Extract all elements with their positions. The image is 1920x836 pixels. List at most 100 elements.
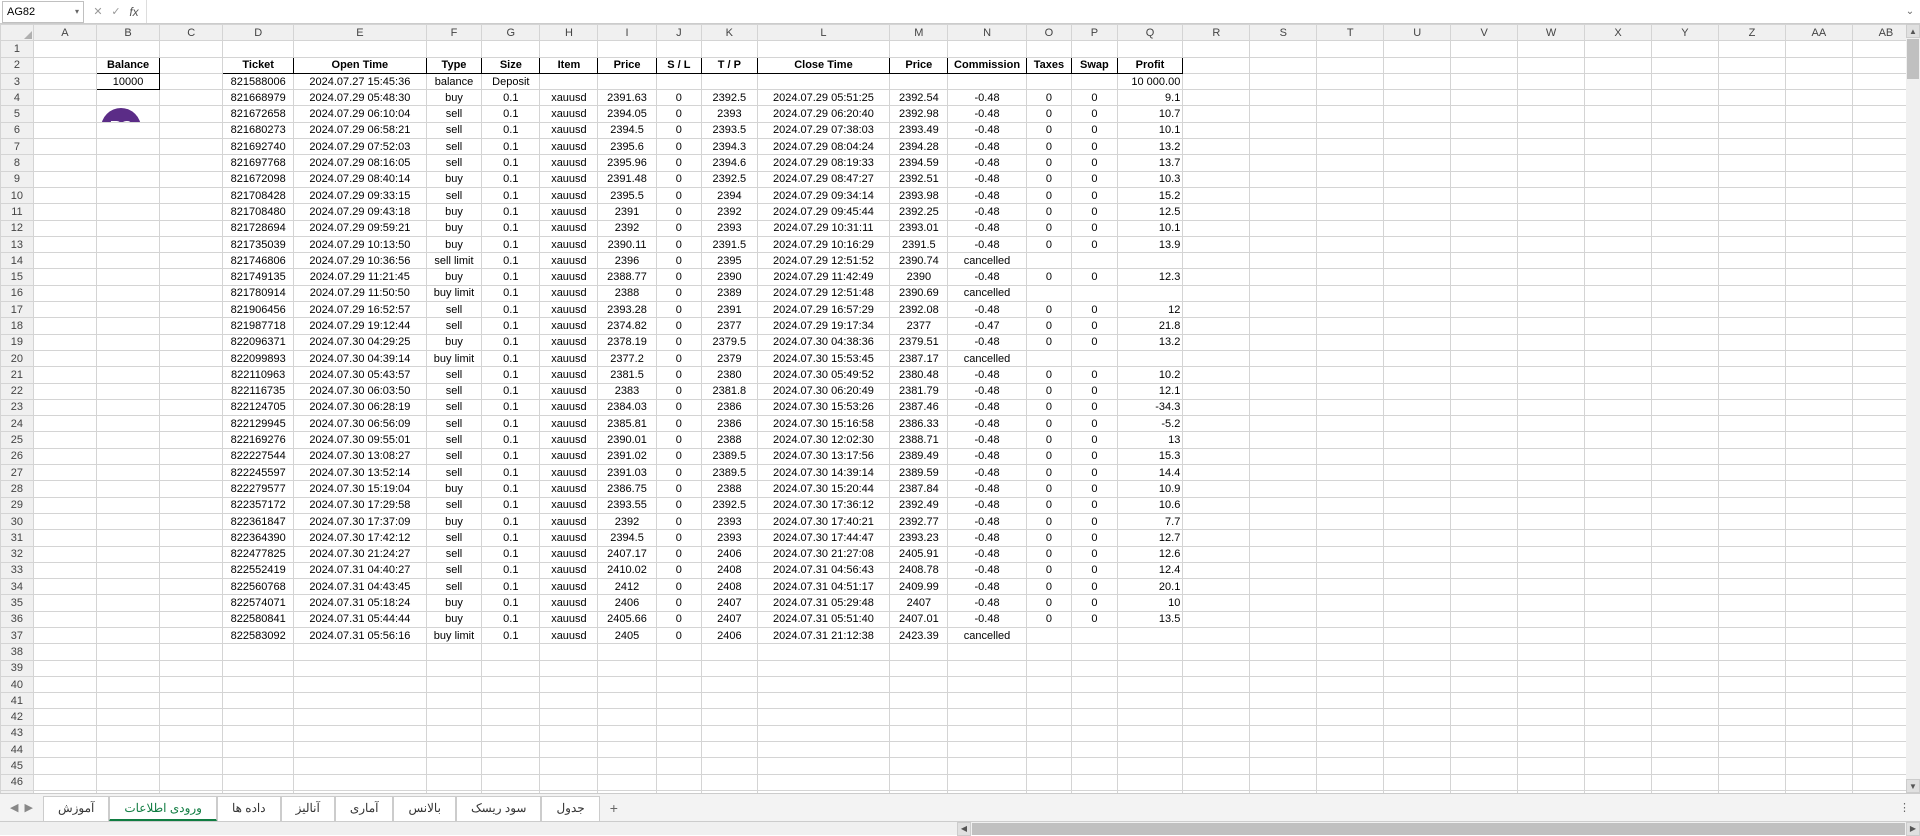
cell-X21[interactable] xyxy=(1585,367,1652,383)
cell-F2[interactable]: Type xyxy=(426,57,482,73)
tab-nav-prev-icon[interactable]: ◀ xyxy=(10,801,18,814)
cell-F17[interactable]: sell xyxy=(426,302,482,318)
cell-D14[interactable]: 821746806 xyxy=(223,253,294,269)
cell-R30[interactable] xyxy=(1183,513,1250,529)
cell-AA36[interactable] xyxy=(1785,611,1852,627)
cell-Z10[interactable] xyxy=(1718,187,1785,203)
cell-X15[interactable] xyxy=(1585,269,1652,285)
cell-X40[interactable] xyxy=(1585,676,1652,692)
cell-W9[interactable] xyxy=(1518,171,1585,187)
cell-L15[interactable]: 2024.07.29 11:42:49 xyxy=(757,269,890,285)
cell-A29[interactable] xyxy=(33,497,96,513)
cell-Y35[interactable] xyxy=(1652,595,1719,611)
cell-Z44[interactable] xyxy=(1718,742,1785,758)
cell-J35[interactable]: 0 xyxy=(656,595,701,611)
cell-W34[interactable] xyxy=(1518,579,1585,595)
cell-M17[interactable]: 2392.08 xyxy=(890,302,948,318)
cell-H28[interactable]: xauusd xyxy=(540,481,598,497)
column-header-Q[interactable]: Q xyxy=(1117,25,1183,41)
cell-S38[interactable] xyxy=(1250,644,1317,660)
cell-K21[interactable]: 2380 xyxy=(702,367,758,383)
column-header-N[interactable]: N xyxy=(948,25,1026,41)
cell-N29[interactable]: -0.48 xyxy=(948,497,1026,513)
cell-J25[interactable]: 0 xyxy=(656,432,701,448)
cell-N45[interactable] xyxy=(948,758,1026,774)
cell-Y39[interactable] xyxy=(1652,660,1719,676)
column-header-W[interactable]: W xyxy=(1518,25,1585,41)
cell-F26[interactable]: sell xyxy=(426,448,482,464)
cell-AA41[interactable] xyxy=(1785,693,1852,709)
cell-C42[interactable] xyxy=(160,709,223,725)
cell-G37[interactable]: 0.1 xyxy=(482,627,540,643)
cell-C19[interactable] xyxy=(160,334,223,350)
column-header-S[interactable]: S xyxy=(1250,25,1317,41)
cell-R37[interactable] xyxy=(1183,627,1250,643)
cell-W16[interactable] xyxy=(1518,285,1585,301)
cell-R9[interactable] xyxy=(1183,171,1250,187)
cell-H34[interactable]: xauusd xyxy=(540,579,598,595)
cell-R44[interactable] xyxy=(1183,742,1250,758)
cell-A46[interactable] xyxy=(33,774,96,790)
cell-Z9[interactable] xyxy=(1718,171,1785,187)
cell-B44[interactable] xyxy=(97,742,160,758)
cell-I14[interactable]: 2396 xyxy=(598,253,656,269)
cell-AA16[interactable] xyxy=(1785,285,1852,301)
cell-N44[interactable] xyxy=(948,742,1026,758)
cell-E29[interactable]: 2024.07.30 17:29:58 xyxy=(294,497,427,513)
cell-S7[interactable] xyxy=(1250,139,1317,155)
cell-G7[interactable]: 0.1 xyxy=(482,139,540,155)
cell-R27[interactable] xyxy=(1183,465,1250,481)
cell-T27[interactable] xyxy=(1317,465,1384,481)
cell-N10[interactable]: -0.48 xyxy=(948,187,1026,203)
cell-Q9[interactable]: 10.3 xyxy=(1117,171,1183,187)
cell-AA25[interactable] xyxy=(1785,432,1852,448)
cell-U22[interactable] xyxy=(1384,383,1451,399)
cell-O4[interactable]: 0 xyxy=(1026,90,1071,106)
cell-T28[interactable] xyxy=(1317,481,1384,497)
cell-B36[interactable] xyxy=(97,611,160,627)
cell-R23[interactable] xyxy=(1183,399,1250,415)
cell-T8[interactable] xyxy=(1317,155,1384,171)
cell-X37[interactable] xyxy=(1585,627,1652,643)
cell-K12[interactable]: 2393 xyxy=(702,220,758,236)
cell-I47[interactable] xyxy=(598,790,656,793)
cell-V16[interactable] xyxy=(1451,285,1518,301)
cell-O18[interactable]: 0 xyxy=(1026,318,1071,334)
cell-C6[interactable] xyxy=(160,122,223,138)
cell-R39[interactable] xyxy=(1183,660,1250,676)
cell-V26[interactable] xyxy=(1451,448,1518,464)
cell-G47[interactable] xyxy=(482,790,540,793)
cell-P16[interactable] xyxy=(1072,285,1117,301)
cell-S36[interactable] xyxy=(1250,611,1317,627)
cell-Y7[interactable] xyxy=(1652,139,1719,155)
cell-X27[interactable] xyxy=(1585,465,1652,481)
cell-C2[interactable] xyxy=(160,57,223,73)
cell-F43[interactable] xyxy=(426,725,482,741)
row-header-16[interactable]: 16 xyxy=(1,285,34,301)
cell-X22[interactable] xyxy=(1585,383,1652,399)
cell-L37[interactable]: 2024.07.31 21:12:38 xyxy=(757,627,890,643)
cell-J21[interactable]: 0 xyxy=(656,367,701,383)
cell-U41[interactable] xyxy=(1384,693,1451,709)
cell-Q36[interactable]: 13.5 xyxy=(1117,611,1183,627)
cell-E3[interactable]: 2024.07.27 15:45:36 xyxy=(294,73,427,89)
cell-B10[interactable] xyxy=(97,187,160,203)
cell-L47[interactable] xyxy=(757,790,890,793)
cell-P9[interactable]: 0 xyxy=(1072,171,1117,187)
cell-P36[interactable]: 0 xyxy=(1072,611,1117,627)
cell-R36[interactable] xyxy=(1183,611,1250,627)
cell-B35[interactable] xyxy=(97,595,160,611)
cell-R16[interactable] xyxy=(1183,285,1250,301)
cell-L33[interactable]: 2024.07.31 04:56:43 xyxy=(757,562,890,578)
cell-W29[interactable] xyxy=(1518,497,1585,513)
cell-H5[interactable]: xauusd xyxy=(540,106,598,122)
cell-E46[interactable] xyxy=(294,774,427,790)
cell-V23[interactable] xyxy=(1451,399,1518,415)
cell-Q17[interactable]: 12 xyxy=(1117,302,1183,318)
cell-R12[interactable] xyxy=(1183,220,1250,236)
cell-B7[interactable] xyxy=(97,139,160,155)
column-header-P[interactable]: P xyxy=(1072,25,1117,41)
cell-X31[interactable] xyxy=(1585,530,1652,546)
cell-H7[interactable]: xauusd xyxy=(540,139,598,155)
cell-E11[interactable]: 2024.07.29 09:43:18 xyxy=(294,204,427,220)
